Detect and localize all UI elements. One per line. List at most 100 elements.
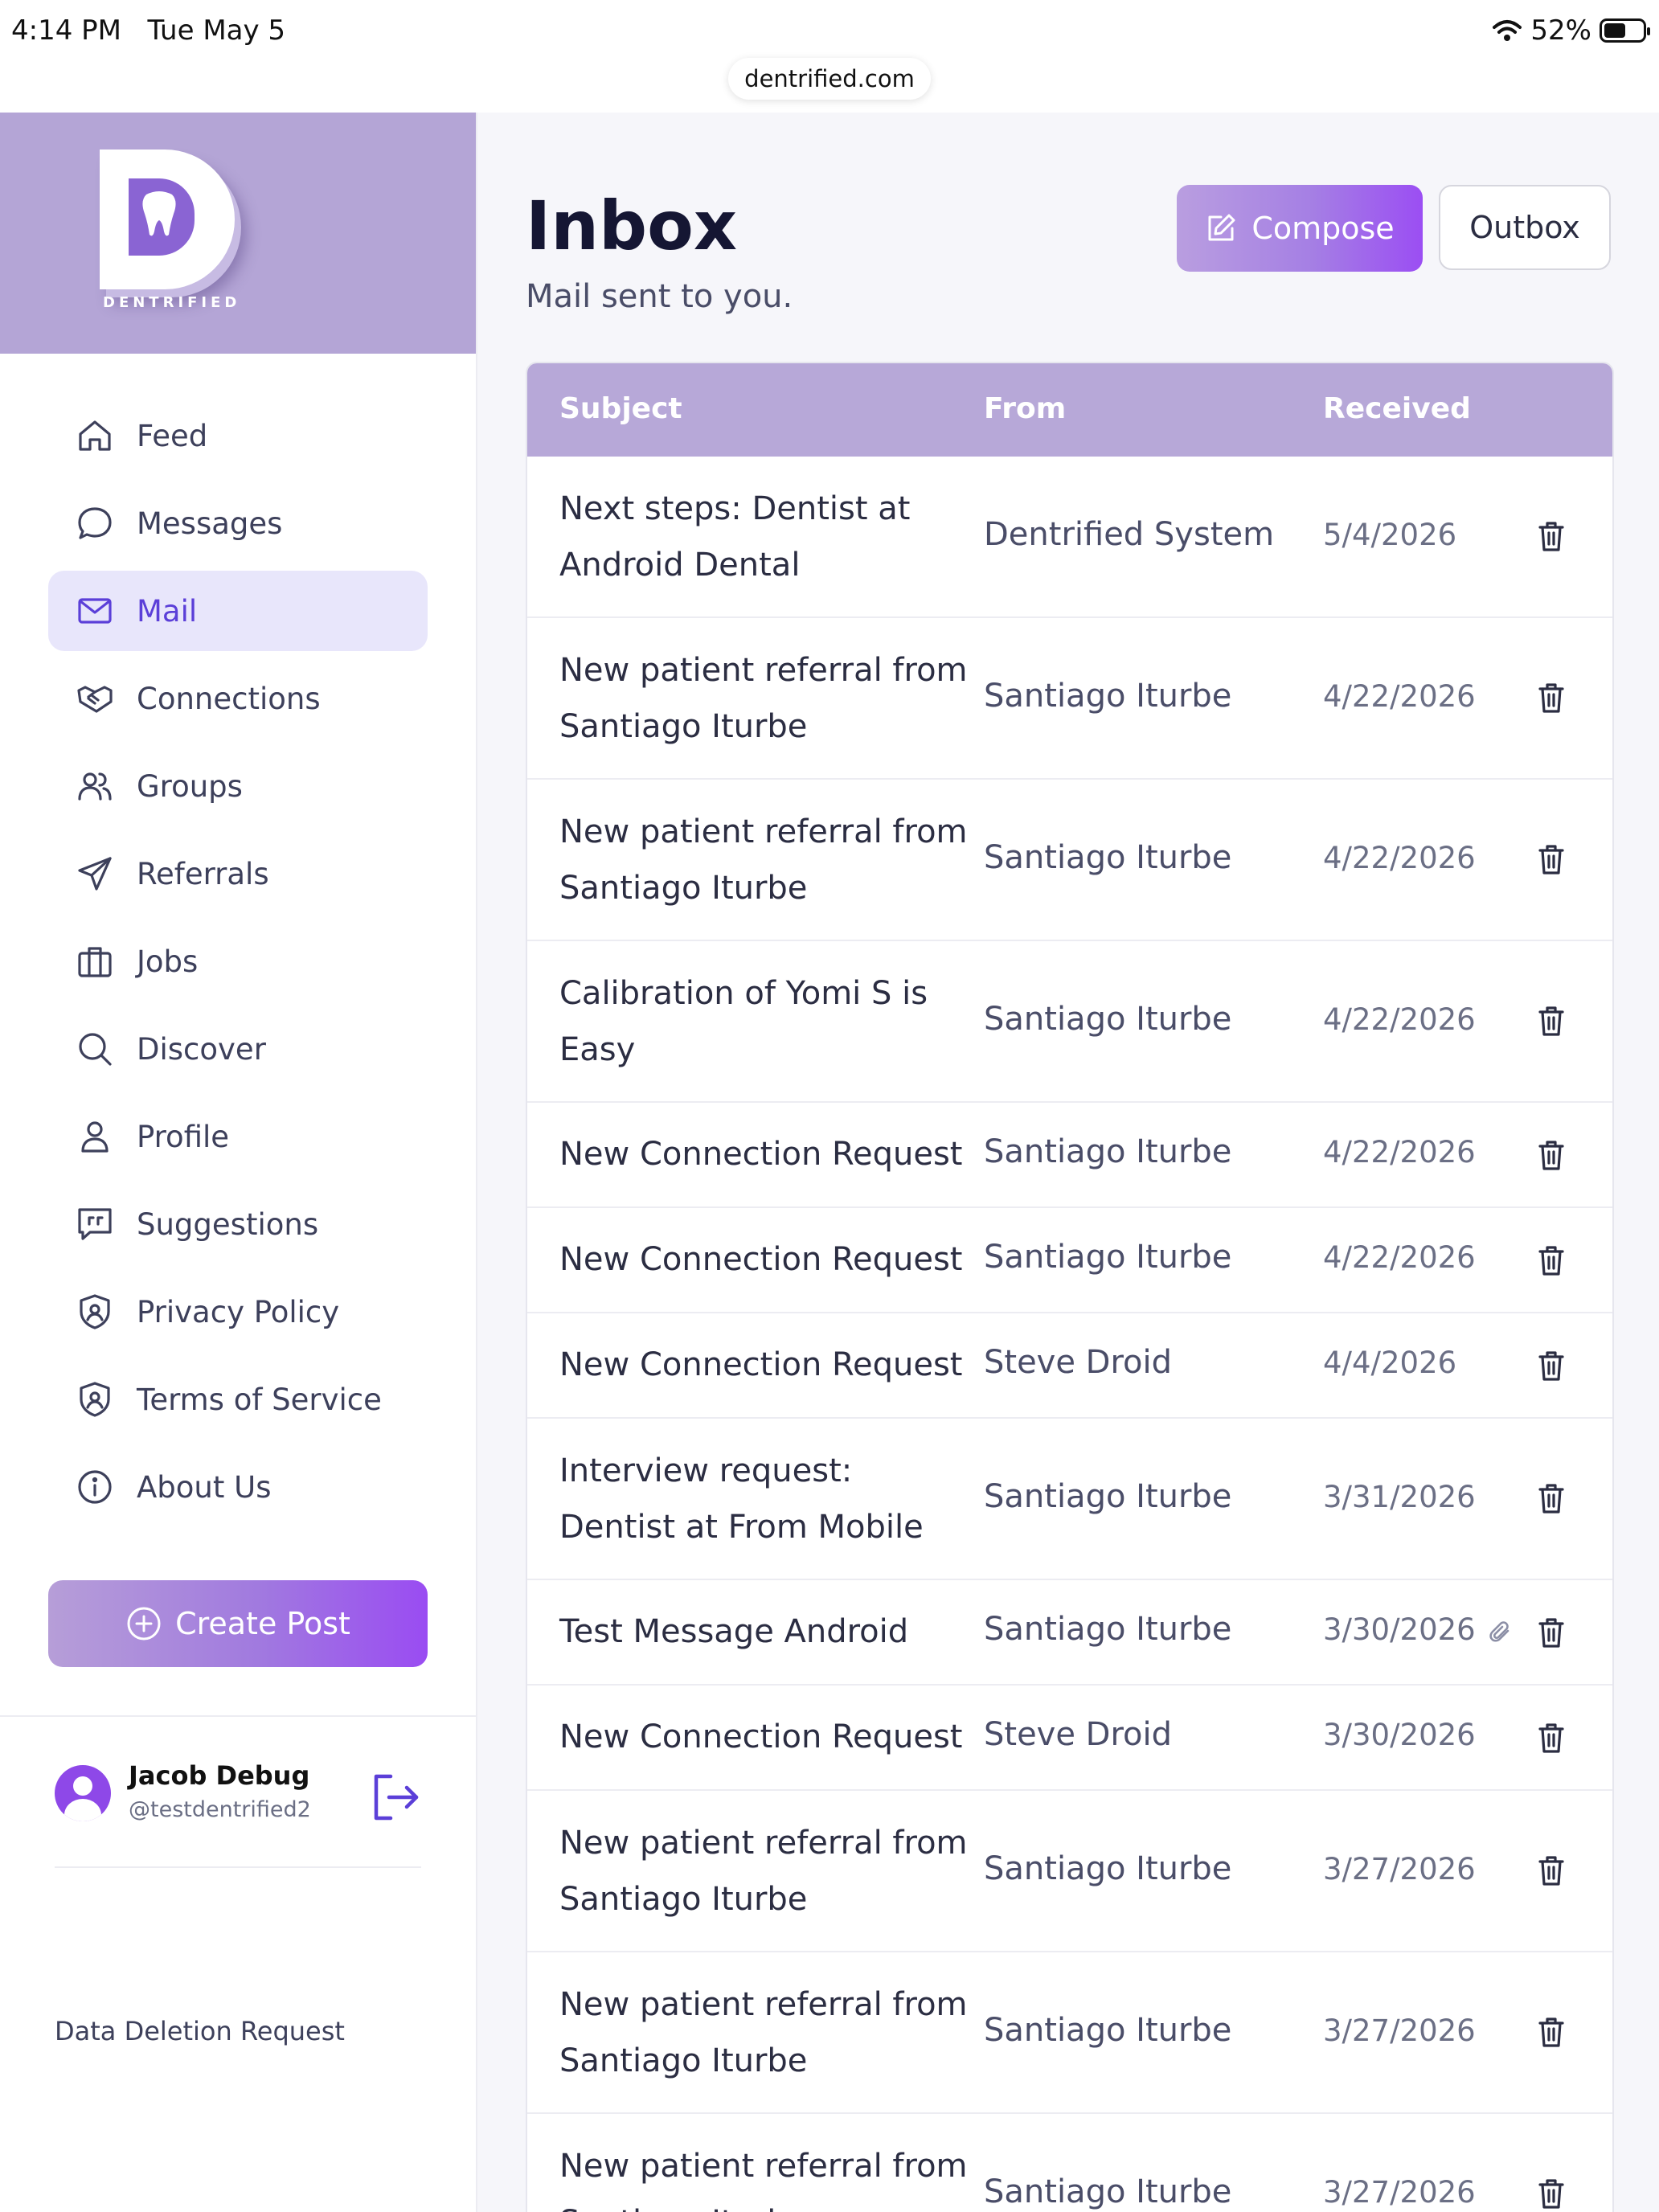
mail-received-date: 4/4/2026 [1323,1346,1457,1380]
user-card: Jacob Debug @testdentrified2 [55,1752,432,1841]
table-row[interactable]: Calibration of Yomi S is Easy Santiago I… [527,941,1612,1103]
mail-subject: Interview request: Dentist at From Mobil… [559,1452,924,1546]
mail-subject: New patient referral from Santiago Iturb… [559,1825,968,1918]
mail-icon [74,590,116,632]
mail-received-date: 4/22/2026 [1323,1240,1476,1275]
chat-bubble-icon [74,502,116,544]
sidebar-item-label: Connections [137,681,321,716]
sidebar-item-label: Jobs [137,944,199,979]
mail-received-date: 3/27/2026 [1323,2013,1476,2048]
tooth-icon [142,191,176,236]
sidebar-item-privacy-policy[interactable]: Privacy Policy [48,1272,428,1352]
column-header-subject[interactable]: Subject [559,392,682,425]
outbox-label: Outbox [1469,210,1580,245]
sidebar-item-label: Terms of Service [137,1382,382,1417]
url-bar[interactable]: dentrified.com [728,58,931,100]
mail-sender: Santiago Iturbe [984,678,1232,715]
table-row[interactable]: New patient referral from Santiago Iturb… [527,1791,1612,1952]
sidebar-item-about-us[interactable]: About Us [48,1447,428,1527]
delete-button[interactable] [1535,842,1567,876]
delete-button[interactable] [1535,1616,1567,1649]
table-row[interactable]: New patient referral from Santiago Iturb… [527,780,1612,941]
mail-subject: Test Message Android [559,1613,909,1650]
page-title: Inbox [526,186,738,265]
trash-icon [1538,1856,1564,1886]
edit-icon [1208,214,1235,241]
users-icon [74,765,116,807]
table-row[interactable]: Interview request: Dentist at From Mobil… [527,1419,1612,1580]
trash-icon [1538,1618,1564,1648]
table-row[interactable]: New Connection Request Steve Droid 3/30/… [527,1686,1612,1791]
trash-icon [1538,1141,1564,1170]
search-icon [74,1028,116,1070]
delete-button[interactable] [1535,1854,1567,1887]
plus-circle-icon [127,1607,161,1641]
sidebar-item-label: Groups [137,768,243,804]
sidebar-item-label: Referrals [137,856,269,891]
sidebar-item-label: Profile [137,1119,230,1154]
trash-icon [1538,1006,1564,1036]
table-row[interactable]: New Connection Request Santiago Iturbe 4… [527,1208,1612,1313]
sidebar-divider [0,1715,476,1717]
compose-button[interactable]: Compose [1177,185,1423,272]
delete-button[interactable] [1535,1721,1567,1755]
sidebar: DENTRIFIED Feed Messages Mail Connection… [0,113,477,2212]
dentrified-logo[interactable]: DENTRIFIED [87,145,248,315]
delete-button[interactable] [1535,681,1567,715]
shield-icon [74,1291,116,1333]
sidebar-item-profile[interactable]: Profile [48,1096,428,1177]
delete-button[interactable] [1535,1243,1567,1277]
handshake-icon [74,678,116,719]
delete-button[interactable] [1535,1481,1567,1515]
info-icon [74,1466,116,1508]
mail-sender: Santiago Iturbe [984,2173,1232,2210]
table-row[interactable]: New Connection Request Santiago Iturbe 4… [527,1103,1612,1208]
column-header-from[interactable]: From [984,392,1066,425]
sidebar-item-mail[interactable]: Mail [48,571,428,651]
create-post-button[interactable]: Create Post [48,1580,428,1667]
user-name: Jacob Debug [129,1760,310,1791]
sidebar-item-groups[interactable]: Groups [48,746,428,826]
sidebar-item-messages[interactable]: Messages [48,483,428,563]
status-right: 52% [1492,14,1650,47]
mail-received-date: 4/22/2026 [1323,679,1476,714]
sidebar-item-feed[interactable]: Feed [48,395,428,476]
delete-button[interactable] [1535,519,1567,553]
logout-icon [374,1774,419,1821]
table-row[interactable]: New patient referral from Santiago Iturb… [527,2114,1612,2212]
avatar[interactable] [55,1765,111,1821]
mail-received-date: 3/30/2026 [1323,1718,1476,1752]
table-row[interactable]: New patient referral from Santiago Iturb… [527,618,1612,780]
trash-icon [1538,2179,1564,2209]
table-header: Subject From Received [527,363,1612,457]
send-icon [74,853,116,895]
mail-subject: New Connection Request [559,1346,963,1383]
sidebar-item-terms-of-service[interactable]: Terms of Service [48,1359,428,1440]
delete-button[interactable] [1535,1004,1567,1038]
delete-button[interactable] [1535,1349,1567,1382]
mail-sender: Santiago Iturbe [984,1478,1232,1515]
table-row[interactable]: New patient referral from Santiago Iturb… [527,1952,1612,2114]
sidebar-item-referrals[interactable]: Referrals [48,834,428,914]
mail-sender: Steve Droid [984,1344,1173,1381]
delete-button[interactable] [1535,1138,1567,1172]
column-header-received[interactable]: Received [1323,392,1471,425]
page-subtitle: Mail sent to you. [526,278,793,315]
sidebar-item-label: About Us [137,1469,272,1505]
logout-button[interactable] [367,1768,424,1826]
table-row[interactable]: Test Message Android Santiago Iturbe 3/3… [527,1580,1612,1686]
sidebar-item-jobs[interactable]: Jobs [48,921,428,1002]
sidebar-item-connections[interactable]: Connections [48,658,428,739]
table-row[interactable]: New Connection Request Steve Droid 4/4/2… [527,1313,1612,1419]
outbox-button[interactable]: Outbox [1439,185,1611,270]
sidebar-item-discover[interactable]: Discover [48,1009,428,1089]
data-deletion-link[interactable]: Data Deletion Request [55,2016,345,2046]
delete-button[interactable] [1535,2177,1567,2210]
mail-sender: Dentrified System [984,516,1275,553]
mail-subject: New patient referral from Santiago Iturb… [559,1986,968,2079]
delete-button[interactable] [1535,2015,1567,2049]
attachment-icon [1489,1620,1513,1645]
table-row[interactable]: Next steps: Dentist at Android Dental De… [527,457,1612,618]
sidebar-item-suggestions[interactable]: Suggestions [48,1184,428,1264]
mail-sender: Santiago Iturbe [984,839,1232,876]
